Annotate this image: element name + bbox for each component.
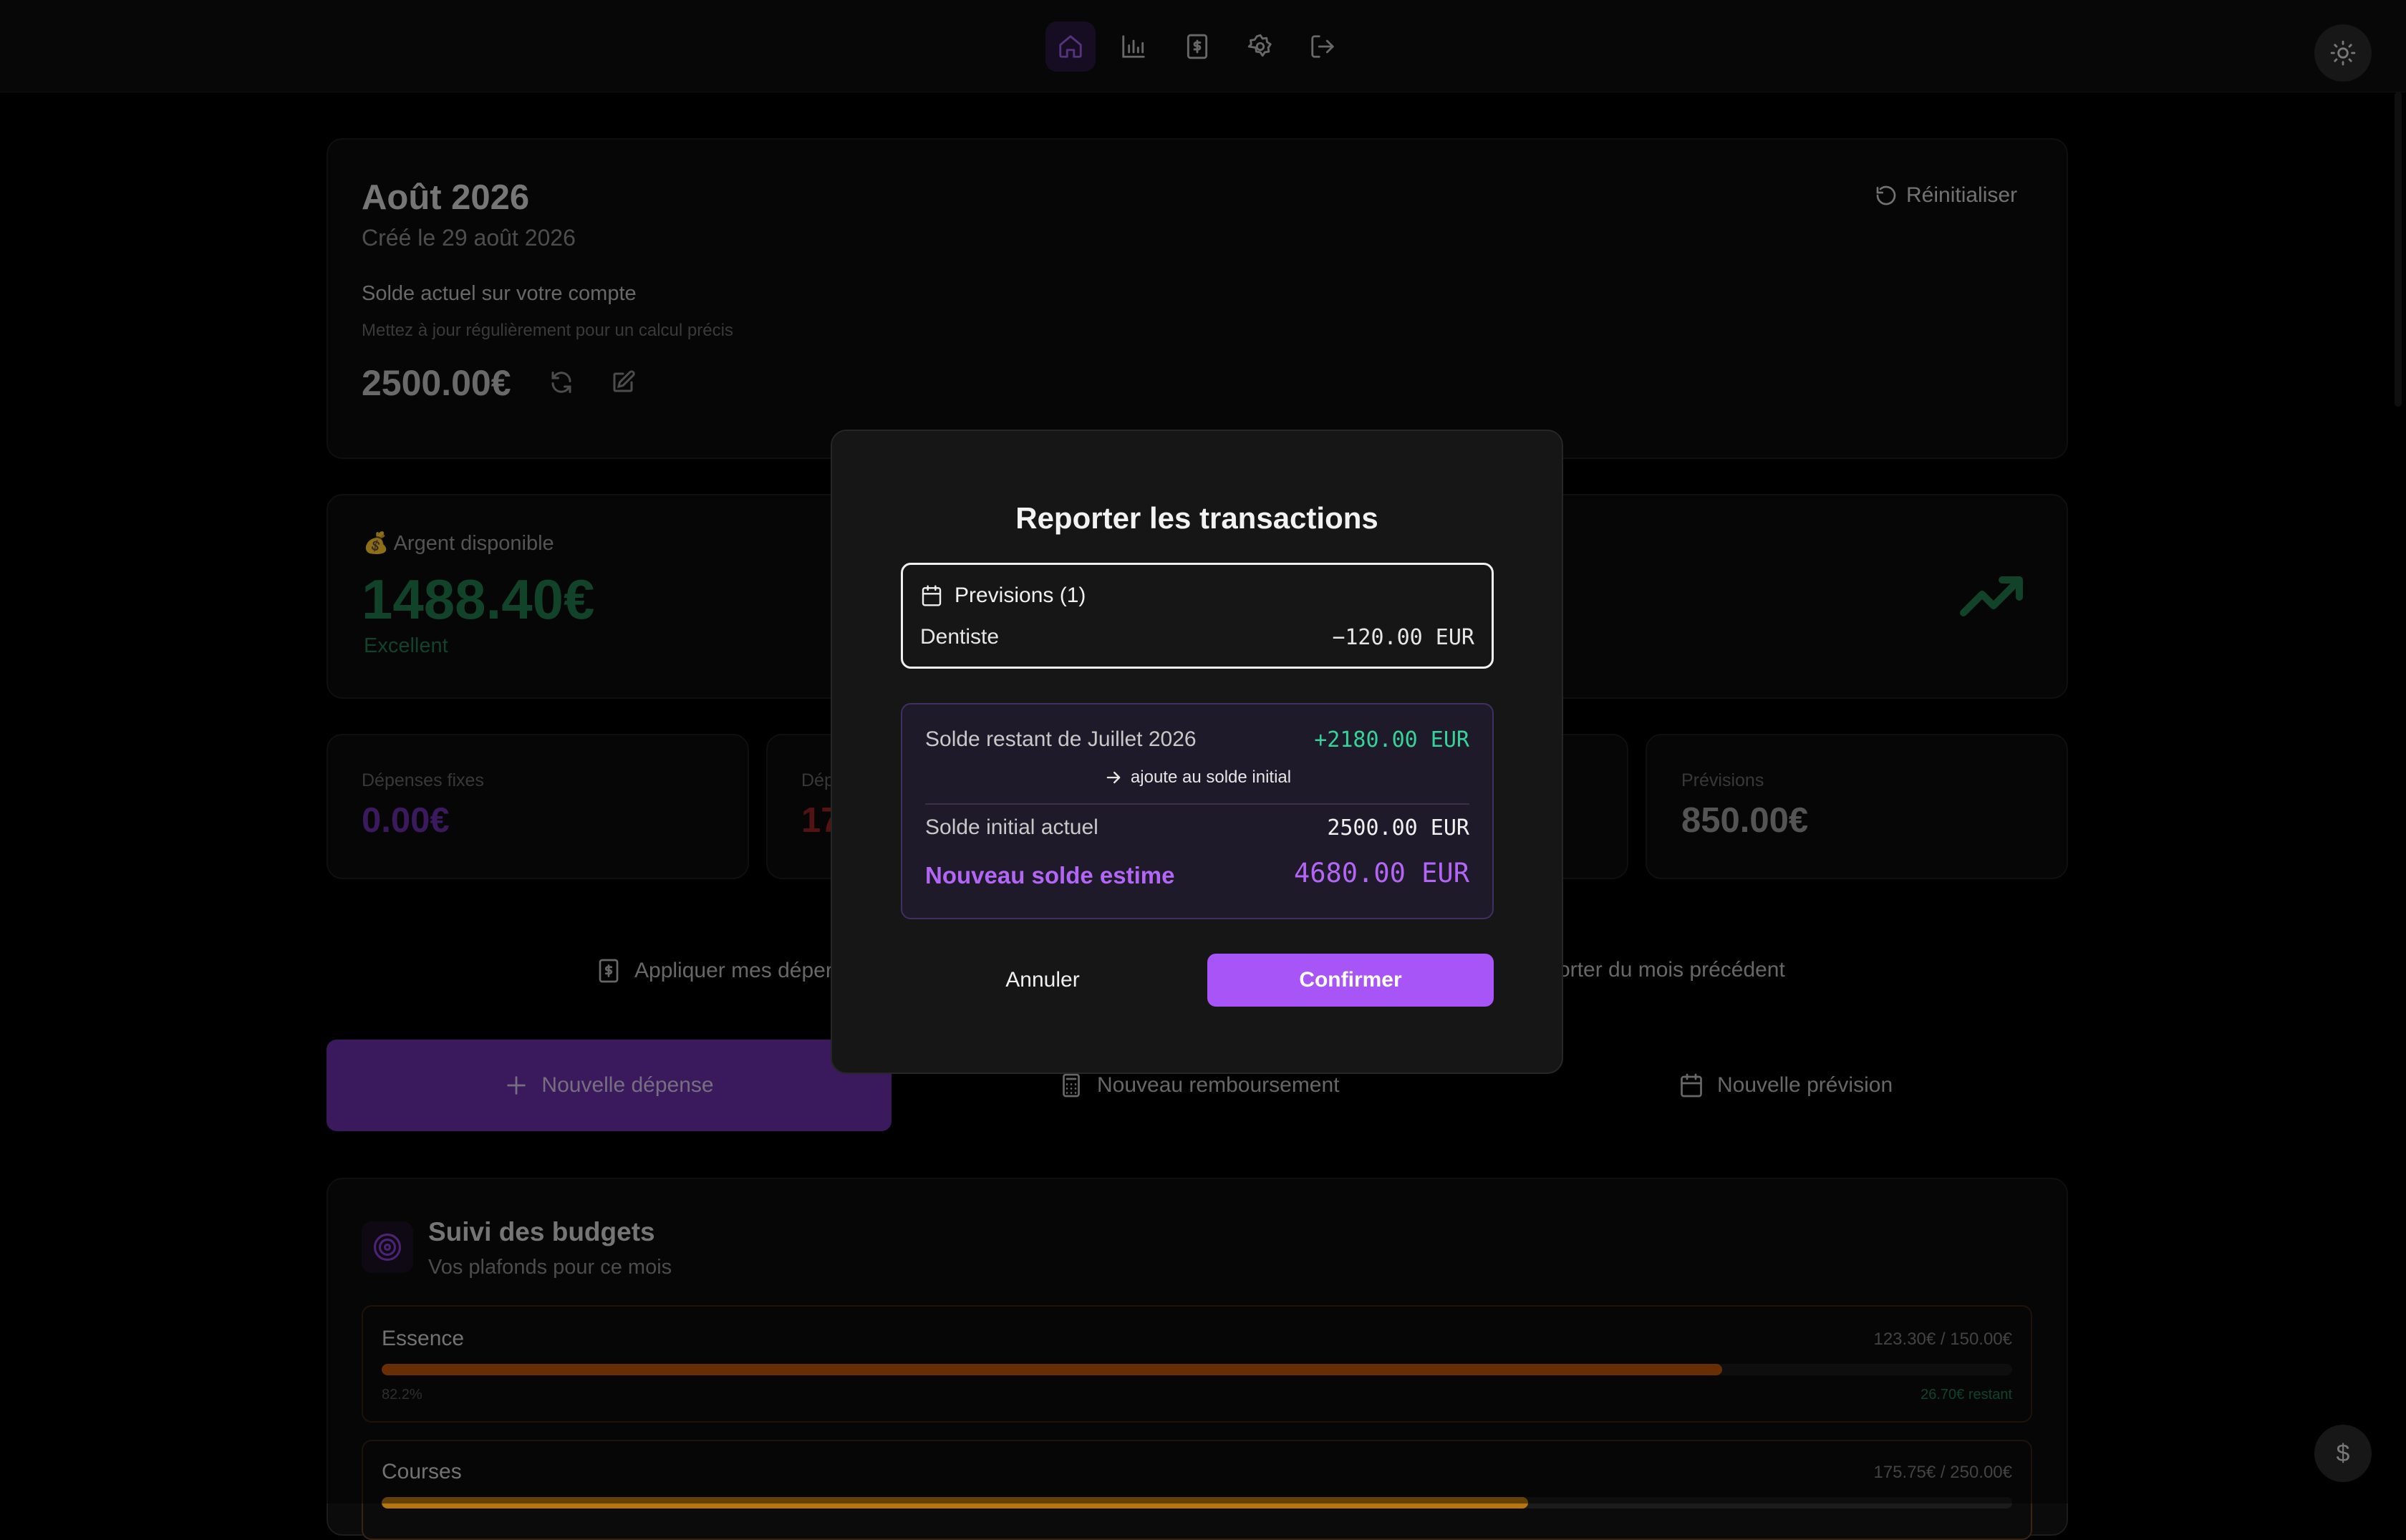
calendar-icon	[922, 585, 942, 606]
forecast-item-name: Dentiste	[920, 625, 1000, 649]
confirm-button[interactable]: Confirmer	[1207, 954, 1494, 1007]
carry-over-modal: Reporter les transactions Previsions (1)…	[831, 430, 1563, 1074]
initial-value: 2500.00 EUR	[1327, 815, 1469, 841]
forecast-header: Previsions (1)	[920, 583, 1086, 608]
forecast-item-amount: −120.00 EUR	[1332, 625, 1474, 650]
new-balance-label: Nouveau solde estime	[925, 862, 1175, 888]
cancel-button[interactable]: Annuler	[901, 954, 1184, 1007]
modal-title: Reporter les transactions	[1015, 501, 1378, 535]
forecast-list: Previsions (1) Dentiste −120.00 EUR	[901, 563, 1494, 669]
balance-summary: Solde restant de Juillet 2026 +2180.00 E…	[901, 703, 1494, 919]
remaining-label: Solde restant de Juillet 2026	[925, 727, 1197, 751]
summary-divider	[925, 803, 1469, 805]
arrow-right-icon	[1106, 771, 1121, 784]
remaining-note: ajoute au solde initial	[902, 767, 1492, 788]
remaining-note-text: ajoute au solde initial	[1130, 767, 1292, 787]
remaining-value: +2180.00 EUR	[1314, 727, 1469, 752]
initial-label: Solde initial actuel	[925, 815, 1098, 839]
forecast-header-label: Previsions (1)	[955, 583, 1086, 607]
new-balance-value: 4680.00 EUR	[1293, 858, 1469, 888]
